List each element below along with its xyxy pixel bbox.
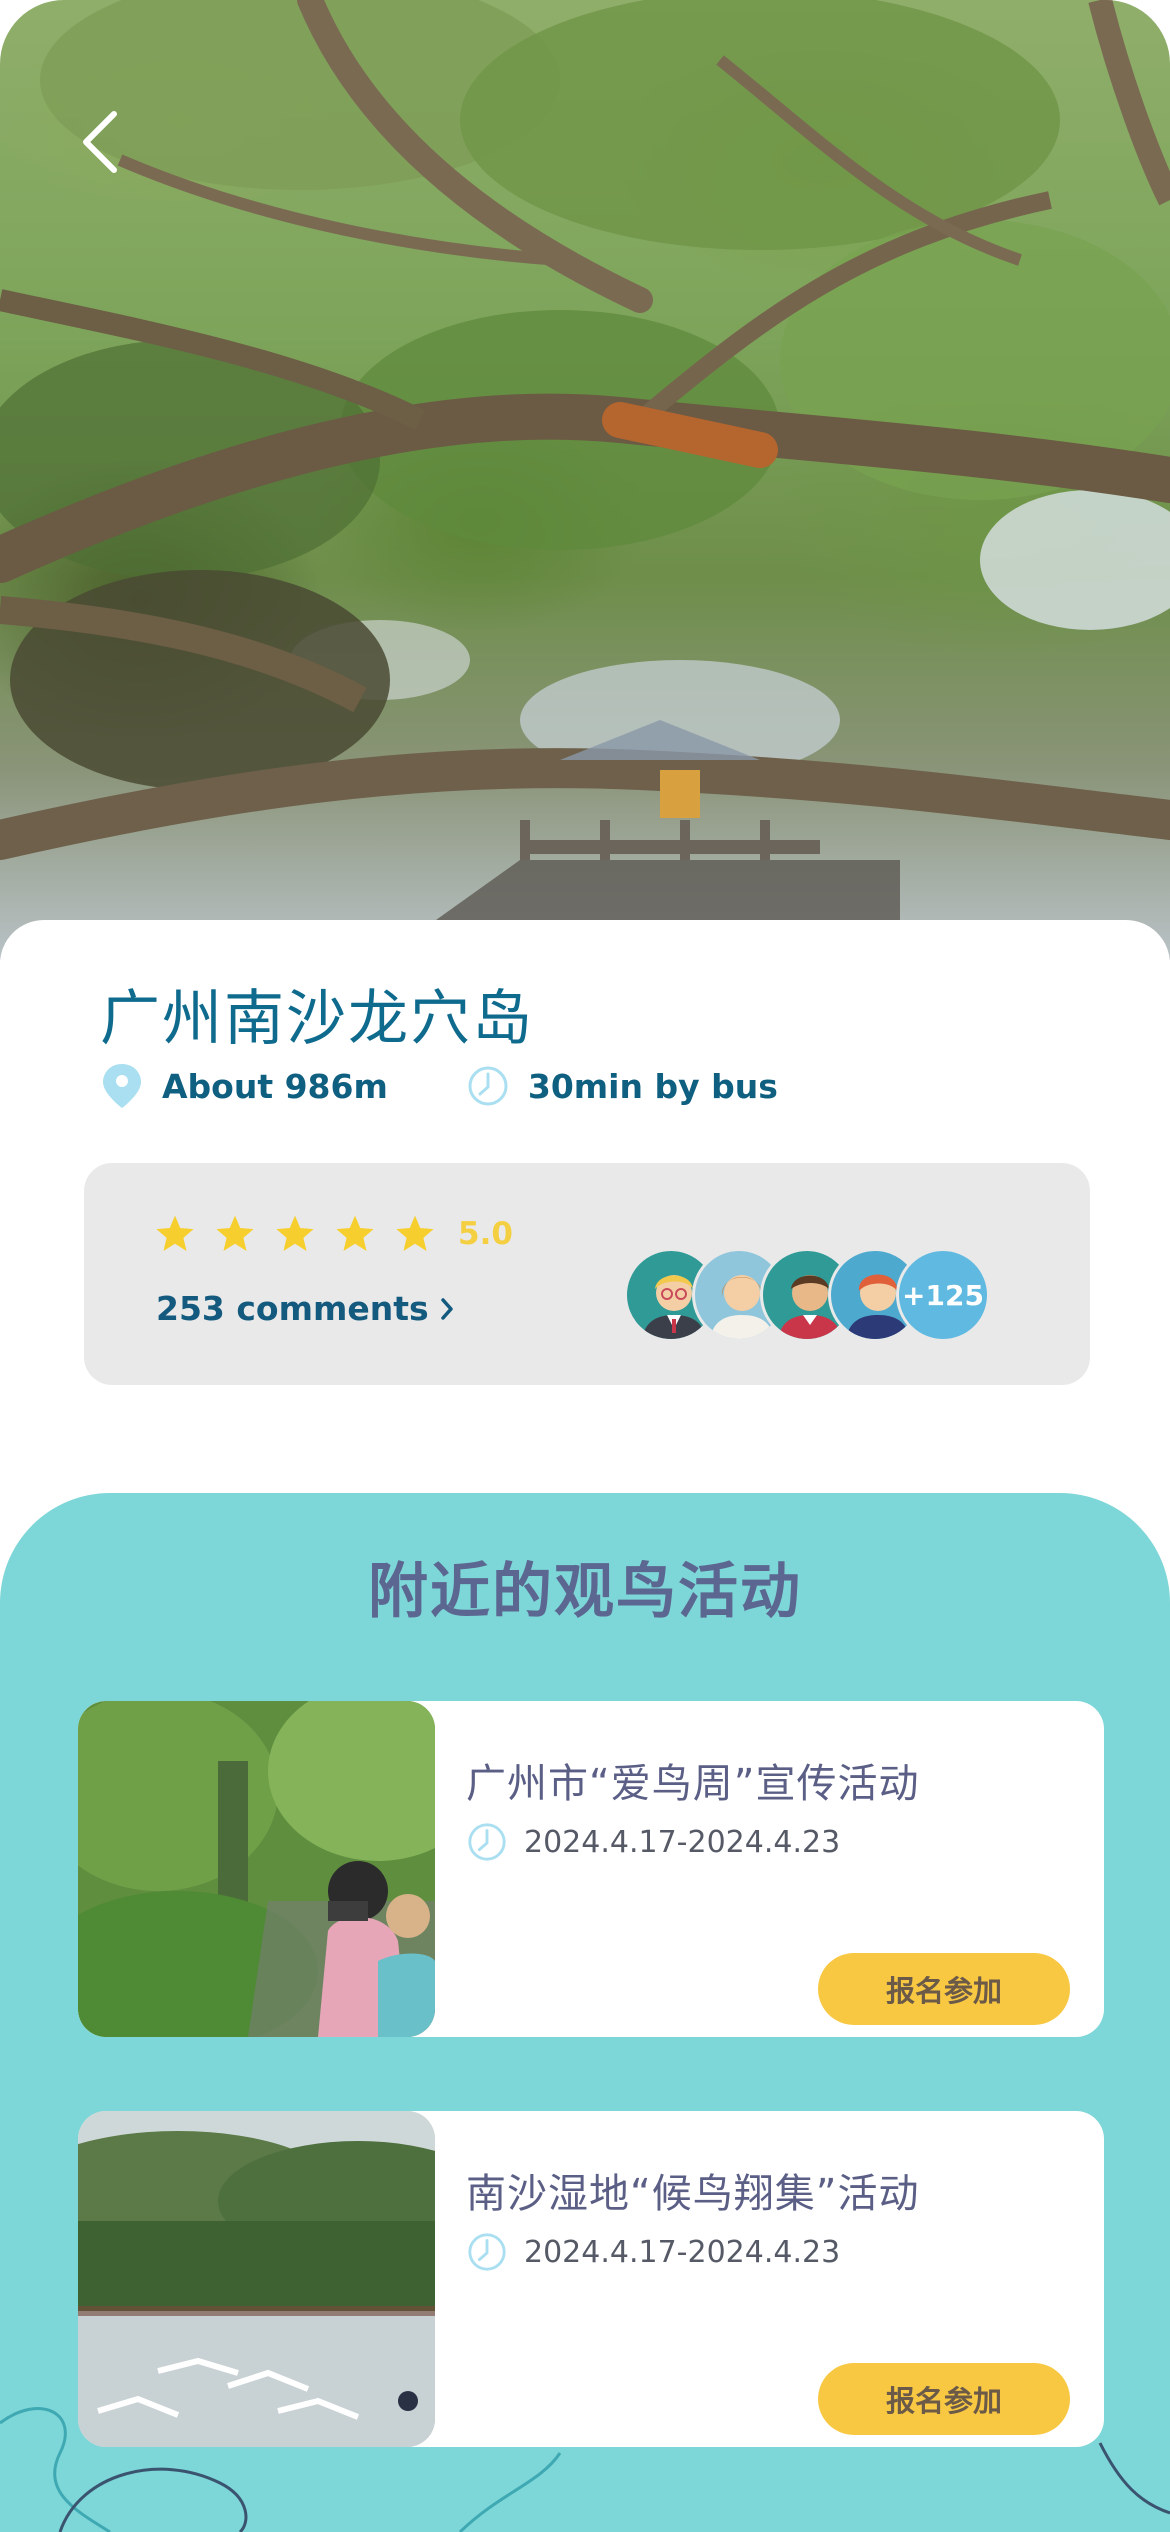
join-button[interactable]: 报名参加	[818, 1953, 1070, 2025]
activity-title: 南沙湿地“候鸟翔集”活动	[466, 2171, 920, 2217]
activity-card[interactable]: 广州市“爱鸟周”宣传活动 2024.4.17-2024.4.23 报名参加	[78, 1701, 1104, 2037]
nearby-activities-section: 附近的观鸟活动 广州市“爱鸟周”宣传活动 2024.4.17-2024.4.23…	[0, 1493, 1170, 2532]
distance-info: About 986m	[100, 1062, 388, 1110]
chevron-right-icon	[440, 1297, 453, 1320]
star-rating: 5.0	[154, 1213, 513, 1255]
rating-box: 5.0 253 comments +125	[84, 1163, 1090, 1385]
clock-icon	[468, 1823, 506, 1861]
distance-text: About 986m	[162, 1066, 388, 1106]
activity-title: 广州市“爱鸟周”宣传活动	[466, 1761, 920, 1807]
join-button[interactable]: 报名参加	[818, 2363, 1070, 2435]
section-title: 附近的观鸟活动	[368, 1557, 802, 1627]
comments-count: 253 comments	[156, 1289, 429, 1328]
activity-date-row: 2024.4.17-2024.4.23	[466, 2231, 840, 2273]
place-title: 广州南沙龙穴岛	[100, 984, 534, 1054]
back-button[interactable]	[80, 110, 144, 190]
more-reviewers-badge: +125	[896, 1248, 990, 1342]
travel-time-info: 30min by bus	[466, 1062, 778, 1110]
chevron-left-icon	[83, 111, 117, 173]
star-icon	[336, 1215, 374, 1251]
rating-score: 5.0	[458, 1216, 513, 1252]
page: 广州南沙龙穴岛 About 986m 30min by bus 5.0 253 …	[0, 0, 1170, 2532]
activity-date: 2024.4.17-2024.4.23	[524, 1824, 841, 1860]
activity-card[interactable]: 南沙湿地“候鸟翔集”活动 2024.4.17-2024.4.23 报名参加	[78, 2111, 1104, 2447]
activity-date-row: 2024.4.17-2024.4.23	[466, 1821, 840, 1863]
star-icon	[276, 1215, 314, 1251]
comments-link[interactable]: 253 comments	[156, 1289, 455, 1328]
tree-illustration	[0, 0, 1170, 960]
clock-icon	[468, 2233, 506, 2271]
star-icon	[396, 1215, 434, 1251]
clock-icon	[468, 1066, 508, 1106]
activity-photo	[78, 2111, 435, 2447]
reviewer-avatars[interactable]: +125	[624, 1248, 990, 1342]
hero-photo	[0, 0, 1170, 960]
travel-time-text: 30min by bus	[527, 1066, 778, 1106]
activity-date: 2024.4.17-2024.4.23	[524, 2234, 841, 2270]
location-pin-icon	[103, 1064, 141, 1108]
activity-photo	[78, 1701, 435, 2037]
place-info-card: 广州南沙龙穴岛 About 986m 30min by bus 5.0 253 …	[0, 920, 1170, 1560]
meta-row: About 986m 30min by bus	[100, 1060, 856, 1112]
star-icon	[216, 1215, 254, 1251]
star-icon	[156, 1215, 194, 1251]
